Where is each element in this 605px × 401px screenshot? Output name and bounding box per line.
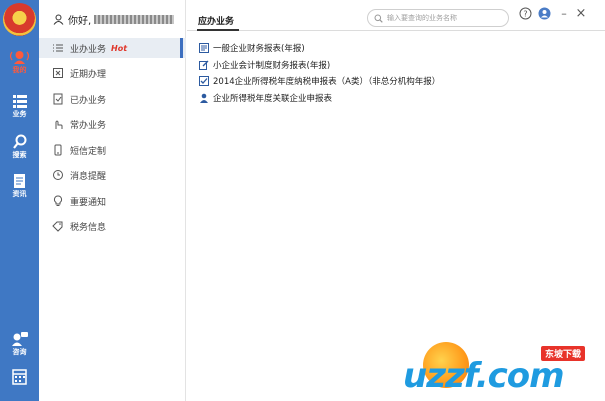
- user-circle-icon: [538, 7, 550, 19]
- menu-item-frequent[interactable]: 常办业务: [39, 114, 186, 134]
- site-watermark: uzzf.com 东坡下载: [397, 336, 597, 396]
- masked-username: [94, 14, 175, 24]
- task-item[interactable]: 小企业会计制度财务报表(年报): [199, 58, 330, 72]
- minimize-button[interactable]: –: [557, 6, 571, 20]
- rail-label-consult: 咨询: [12, 348, 27, 356]
- search-box[interactable]: [367, 9, 509, 27]
- clock-icon: [53, 170, 63, 180]
- rail-item-consult[interactable]: 咨询: [0, 328, 39, 364]
- business-menu: 你好, 业办业务 Hot 近期办理 已办业务 常办业务 短信定制 消息提醒 重要…: [39, 0, 186, 401]
- chat-icon: [12, 332, 28, 346]
- rail-item-business[interactable]: 业务: [0, 90, 39, 126]
- menu-label: 近期办理: [70, 69, 107, 80]
- watermark-text: uzzf.com: [403, 356, 565, 396]
- tab-underline: [197, 29, 239, 31]
- search-icon: [374, 14, 383, 23]
- rail-label-search: 搜索: [12, 151, 27, 159]
- tab-pending-business[interactable]: 应办业务: [198, 14, 234, 27]
- list-icon: [13, 95, 27, 108]
- user-greeting: 你好,: [53, 12, 175, 27]
- greeting-text: 你好,: [68, 15, 92, 27]
- form-icon: [199, 43, 209, 53]
- task-item[interactable]: 2014企业所得税年度纳税申报表（A类）（非总分机构年报）: [199, 74, 440, 88]
- edit-icon: [199, 60, 209, 70]
- person-icon: [200, 93, 208, 103]
- rail-label-business: 业务: [12, 110, 27, 118]
- rail-item-search[interactable]: 搜索: [0, 131, 39, 167]
- hot-badge: Hot: [111, 43, 128, 53]
- menu-label: 已办业务: [70, 95, 107, 106]
- menu-label: 重要通知: [70, 197, 107, 208]
- task-label: 一般企业财务报表(年报): [213, 44, 305, 54]
- menu-label: 常办业务: [70, 120, 107, 131]
- tag-icon: [52, 221, 63, 232]
- rail-item-news[interactable]: 资讯: [0, 170, 39, 206]
- bulb-icon: [53, 195, 63, 206]
- menu-label: 税务信息: [70, 222, 107, 233]
- menu-item-recent[interactable]: 近期办理: [39, 63, 186, 83]
- task-item[interactable]: 企业所得税年度关联企业申报表: [199, 91, 332, 105]
- tax-emblem-logo: [3, 3, 36, 36]
- help-icon: ?: [519, 7, 531, 19]
- menu-label: 消息提醒: [70, 171, 107, 182]
- help-glyph: ?: [523, 9, 527, 18]
- close-button[interactable]: ×: [574, 6, 588, 21]
- user-icon: [53, 14, 64, 25]
- search-icon: [13, 134, 27, 149]
- menu-item-sms[interactable]: 短信定制: [39, 140, 186, 160]
- calendar-icon: [12, 369, 27, 385]
- list-lines-icon: [53, 44, 63, 52]
- phone-icon: [54, 144, 62, 156]
- rail-label-news: 资讯: [12, 190, 27, 198]
- menu-item-notices[interactable]: 重要通知: [39, 191, 186, 211]
- news-icon: [14, 174, 25, 188]
- search-input[interactable]: [387, 14, 497, 22]
- help-button[interactable]: ?: [518, 6, 532, 20]
- rail-item-calendar[interactable]: [0, 366, 39, 388]
- task-label: 小企业会计制度财务报表(年报): [213, 61, 331, 71]
- my-icon: [9, 51, 30, 64]
- menu-item-done[interactable]: 已办业务: [39, 89, 186, 109]
- task-item[interactable]: 一般企业财务报表(年报): [199, 41, 305, 55]
- task-label: 2014企业所得税年度纳税申报表（A类）（非总分机构年报）: [213, 77, 441, 87]
- menu-item-messages[interactable]: 消息提醒: [39, 165, 186, 185]
- icon-rail: 我的 业务 搜索 资讯 咨询: [0, 0, 39, 401]
- watermark-badge: 东坡下载: [541, 346, 586, 361]
- tab-divider: [187, 30, 605, 31]
- menu-label: 业办业务: [70, 44, 107, 55]
- account-button[interactable]: [537, 6, 551, 20]
- hand-icon: [55, 120, 63, 129]
- menu-item-pending[interactable]: 业办业务 Hot: [39, 38, 186, 58]
- done-doc-icon: [53, 93, 63, 105]
- rail-item-my[interactable]: 我的: [0, 46, 39, 82]
- menu-item-tax-info[interactable]: 税务信息: [39, 216, 186, 236]
- history-icon: [53, 68, 63, 78]
- check-icon: [199, 76, 209, 86]
- menu-label: 短信定制: [70, 146, 107, 157]
- rail-label-my: 我的: [12, 66, 27, 74]
- task-label: 企业所得税年度关联企业申报表: [213, 94, 333, 104]
